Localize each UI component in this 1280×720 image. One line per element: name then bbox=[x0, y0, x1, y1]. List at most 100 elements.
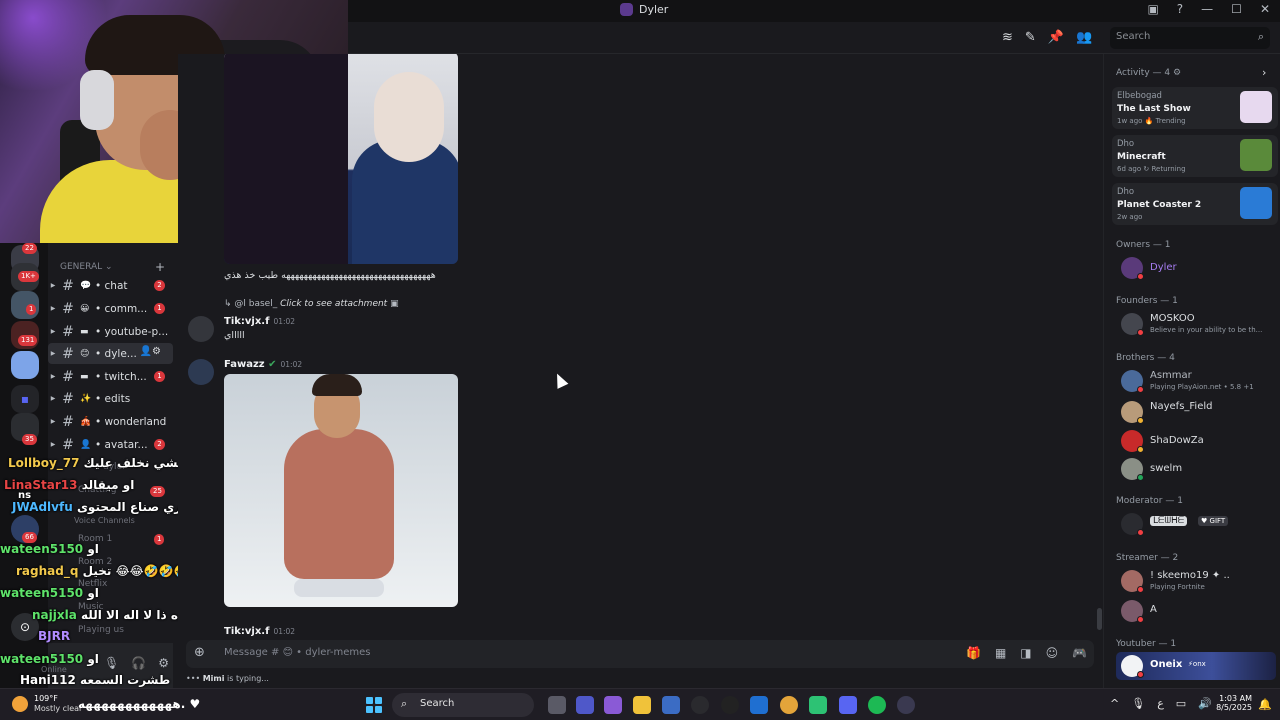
store-icon[interactable] bbox=[662, 696, 680, 714]
image-attachment[interactable] bbox=[224, 54, 458, 264]
search-input[interactable]: Search ⌕ bbox=[1110, 27, 1270, 49]
notification-icon[interactable]: 🔔 bbox=[1258, 698, 1272, 711]
chat-message: تخيل 😂😂🤣🤣🤣 bbox=[82, 564, 189, 578]
channel-chat[interactable]: ▶ # 💬 • chat 2 bbox=[48, 275, 173, 296]
member-status: Believe in your ability to be th... bbox=[1150, 326, 1263, 334]
mic-tray-icon[interactable]: 🎙 bbox=[1131, 697, 1145, 710]
gift-tag-label: GIFT bbox=[1209, 517, 1226, 525]
game-art bbox=[1240, 91, 1272, 123]
member-item[interactable]: Nayefs_Field bbox=[1116, 398, 1276, 426]
pinned-messages-icon[interactable]: 📌 bbox=[1048, 30, 1064, 45]
hash-icon: # bbox=[62, 413, 74, 430]
channel-badge: 2 bbox=[154, 439, 165, 450]
server-icon[interactable] bbox=[11, 351, 39, 379]
member-item[interactable]: ShaDowZa bbox=[1116, 427, 1276, 455]
network-icon[interactable]: ▭ bbox=[1176, 697, 1186, 710]
member-item[interactable]: ᒪᗴᗯᕼᗴ ♥ GIFT bbox=[1116, 510, 1276, 538]
app-window: Dyler ▣ ? — ☐ ✕ ≋ ✎ 📌 👥 Search ⌕ 22 1K+ … bbox=[0, 0, 1280, 720]
category-general[interactable]: GENERAL ⌄ + bbox=[60, 260, 165, 274]
folder-icon[interactable]: ▪ bbox=[11, 385, 39, 413]
channel-twitch[interactable]: ▶ # ▬ • twitch... 1 bbox=[48, 366, 173, 387]
app-icon[interactable] bbox=[897, 696, 915, 714]
start-button[interactable] bbox=[366, 697, 382, 713]
server-badge: 131 bbox=[18, 335, 38, 346]
message-author[interactable]: Tik:vjx.f 01:02 bbox=[224, 316, 295, 327]
role-header: Moderator — 1 bbox=[1116, 496, 1183, 506]
outlook-icon[interactable] bbox=[750, 696, 768, 714]
task-view-icon[interactable] bbox=[548, 696, 566, 714]
activity-card[interactable]: Dho Minecraft 6d ago ↻ Returning bbox=[1112, 135, 1278, 177]
clock[interactable]: 1:03 AM 8/5/2025 bbox=[1212, 694, 1252, 712]
minimize-button[interactable]: — bbox=[1201, 2, 1213, 16]
maximize-button[interactable]: ☐ bbox=[1231, 2, 1242, 16]
message-input[interactable]: ⊕ Message # 😊 • dyler-memes 🎁 ▦ ◨ ☺ 🎮 bbox=[186, 640, 1094, 668]
member-name: ShaDowZa bbox=[1150, 435, 1204, 446]
spotify-icon[interactable] bbox=[868, 696, 886, 714]
language-indicator[interactable]: ع bbox=[1157, 697, 1164, 710]
volume-icon[interactable]: 🔊 bbox=[1198, 697, 1212, 710]
apps-icon[interactable]: 🎮 bbox=[1072, 646, 1087, 660]
emoji-icon[interactable]: ☺ bbox=[1046, 646, 1059, 660]
member-item[interactable]: ! skeemo19 ✦ .. Playing Fortnite bbox=[1116, 567, 1276, 595]
teams-icon[interactable] bbox=[576, 696, 594, 714]
status-dot bbox=[1137, 474, 1144, 481]
member-item[interactable]: Oneix ⚡onx bbox=[1116, 652, 1276, 680]
channel-dyler-memes[interactable]: ▶ # 😊 • dyle... 👤⚙ bbox=[48, 343, 173, 364]
member-name: MOSKOO bbox=[1150, 313, 1195, 324]
hash-icon: # bbox=[62, 300, 74, 317]
avatar[interactable] bbox=[188, 316, 214, 342]
activity-card[interactable]: Dho Planet Coaster 2 2w ago bbox=[1112, 183, 1278, 225]
avatar[interactable] bbox=[188, 359, 214, 385]
member-item[interactable]: MOSKOO Believe in your ability to be th.… bbox=[1116, 310, 1276, 338]
member-item[interactable]: Dyler bbox=[1116, 254, 1276, 282]
scrollbar[interactable] bbox=[1097, 608, 1102, 630]
member-name: ᒪᗴᗯᕼᗴ bbox=[1150, 516, 1188, 526]
file-explorer-icon[interactable] bbox=[633, 696, 651, 714]
member-name: swelm bbox=[1150, 463, 1183, 474]
member-item[interactable]: Asmmar Playing PlayAion.net • 5.8 +1 bbox=[1116, 367, 1276, 395]
app-icon[interactable] bbox=[809, 696, 827, 714]
chrome-icon[interactable] bbox=[780, 696, 798, 714]
add-attachment-icon[interactable]: ⊕ bbox=[194, 645, 205, 660]
channel-wonderland[interactable]: ▶ # 🎪 • wonderland bbox=[48, 411, 173, 432]
copilot-icon[interactable] bbox=[604, 696, 622, 714]
channel-edits[interactable]: ▶ # ✨ • edits bbox=[48, 388, 173, 409]
discord-icon[interactable] bbox=[839, 696, 857, 714]
activity-tag: Returning bbox=[1151, 165, 1186, 173]
steam-icon[interactable] bbox=[691, 696, 709, 714]
channel-badge: 1 bbox=[154, 371, 165, 382]
close-button[interactable]: ✕ bbox=[1260, 2, 1270, 16]
help-icon[interactable]: ? bbox=[1177, 2, 1183, 16]
member-item[interactable]: swelm bbox=[1116, 455, 1276, 483]
app-icon[interactable] bbox=[721, 696, 739, 714]
inbox-icon[interactable]: ▣ bbox=[1147, 2, 1158, 16]
channel-youtube[interactable]: ▶ # ▬ • youtube-p... bbox=[48, 321, 173, 342]
message-author[interactable]: Fawazz ✔ 01:02 bbox=[224, 359, 302, 370]
notification-settings-icon[interactable]: ✎ bbox=[1025, 30, 1036, 45]
reply-preview[interactable]: ↳ @l basel_ Click to see attachment ▣ bbox=[224, 299, 399, 309]
message-text: اااااي bbox=[224, 330, 245, 341]
gift-icon[interactable]: 🎁 bbox=[966, 646, 981, 660]
author-name: Fawazz bbox=[224, 359, 265, 370]
chevron-up-icon[interactable]: ^ bbox=[1110, 697, 1119, 710]
status-dot bbox=[1137, 529, 1144, 536]
chat-message: او bbox=[87, 652, 99, 666]
threads-icon[interactable]: ≋ bbox=[1002, 30, 1013, 45]
message-author[interactable]: Tik:vjx.f 01:02 bbox=[224, 626, 295, 636]
channel-label: • twitch... bbox=[95, 370, 147, 383]
chevron-right-icon[interactable]: › bbox=[1262, 66, 1266, 79]
member-list-icon[interactable]: 👥 bbox=[1076, 30, 1092, 45]
add-channel-icon[interactable]: + bbox=[155, 260, 165, 274]
channel-community[interactable]: ▶ # 😀 • comm... 1 bbox=[48, 298, 173, 319]
image-attachment[interactable] bbox=[224, 374, 458, 607]
gif-icon[interactable]: ▦ bbox=[995, 646, 1006, 660]
search-icon: ⌕ bbox=[1257, 30, 1264, 43]
sticker-icon[interactable]: ◨ bbox=[1020, 646, 1031, 660]
channel-settings-icon[interactable]: 👤⚙ bbox=[140, 346, 161, 357]
taskbar-search[interactable]: ⌕ Search bbox=[392, 693, 534, 717]
activity-card[interactable]: Elbebogad The Last Show 1w ago 🔥 Trendin… bbox=[1112, 87, 1278, 129]
activity-header[interactable]: Activity — 4 ⚙ bbox=[1116, 68, 1181, 78]
channel-label: • wonderland bbox=[95, 415, 167, 428]
caret-icon: ▶ bbox=[50, 350, 56, 357]
member-item[interactable]: A bbox=[1116, 597, 1276, 625]
